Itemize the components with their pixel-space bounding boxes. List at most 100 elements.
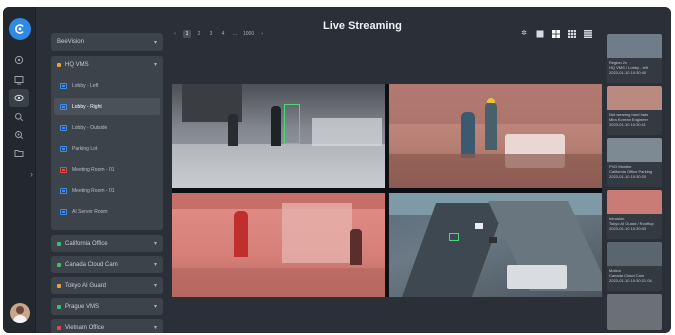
- chevron-down-icon: ▾: [153, 283, 157, 289]
- page-button[interactable]: 1000: [243, 30, 254, 38]
- site-group-hq[interactable]: HQ VMS ▾: [51, 56, 163, 73]
- ai-search-icon[interactable]: [9, 126, 29, 144]
- dashboard-icon[interactable]: [9, 51, 29, 69]
- status-dot-icon: [57, 283, 61, 288]
- site-group-vietnam[interactable]: Vietnam Office ▾: [51, 319, 163, 333]
- page-button[interactable]: 1: [183, 30, 191, 38]
- page-button[interactable]: 4: [219, 30, 227, 38]
- event-card[interactable]: Motion Canada Cloud Cam 2023-01-10 10:30:2…: [607, 242, 662, 291]
- layout-single-icon[interactable]: [536, 30, 544, 38]
- video-tile-office-intrusion[interactable]: [172, 193, 385, 297]
- monitor-icon[interactable]: [9, 71, 29, 89]
- camera-label: AI Server Room: [72, 208, 108, 215]
- chevron-down-icon: ▾: [153, 241, 157, 247]
- camera-label: Lobby - Outside: [72, 124, 108, 131]
- event-thumbnail: [607, 294, 662, 330]
- chevron-down-icon: ▾: [153, 325, 157, 331]
- event-feed: Region 2x HQ VMS / Lobby - left 2023-01-10…: [607, 34, 662, 333]
- status-dot-icon: [57, 62, 61, 67]
- camera-item[interactable]: Lobby - Outside: [54, 119, 160, 136]
- event-time: 2023-01-10 10:30:40: [609, 70, 647, 75]
- event-time: 2023-01-10 10:30:03: [609, 226, 647, 231]
- vms-app-window: › BeeVision ▾ HQ VMS ▾ Lobby - Left Lobb…: [3, 7, 671, 333]
- camera-item[interactable]: Meeting Room - 01: [54, 182, 160, 199]
- layout-4x4-icon[interactable]: [584, 30, 592, 38]
- chevron-down-icon: ▾: [153, 304, 157, 310]
- site-group-canada[interactable]: Canada Cloud Cam ▾: [51, 256, 163, 273]
- event-thumbnail: [607, 86, 662, 110]
- nav-rail: ›: [3, 7, 36, 333]
- camera-item[interactable]: Lobby - Right: [54, 98, 160, 115]
- video-tile-lobby[interactable]: [172, 84, 385, 188]
- event-thumbnail: [607, 138, 662, 162]
- camera-icon: [60, 145, 67, 152]
- settings-icon[interactable]: ✲: [520, 30, 528, 38]
- event-card[interactable]: Intrusion Tokyo AI Guard / Rooftop 2023-01…: [607, 190, 662, 239]
- page-button[interactable]: 3: [207, 30, 215, 38]
- search-icon[interactable]: [9, 108, 29, 126]
- status-dot-icon: [57, 325, 61, 330]
- camera-icon: [60, 187, 67, 194]
- next-page-button[interactable]: ›: [258, 30, 266, 38]
- org-selector-label: BeeVision: [57, 39, 84, 45]
- video-tile-construction[interactable]: [389, 84, 602, 188]
- layout-3x3-icon[interactable]: [568, 30, 576, 38]
- chevron-down-icon: ▾: [153, 39, 157, 46]
- camera-icon: [60, 208, 67, 215]
- camera-icon: [60, 124, 67, 131]
- camera-list: Lobby - Left Lobby - Right Lobby - Outsi…: [54, 77, 160, 224]
- event-time: 2023-01-10 10:30:21 04: [609, 278, 652, 283]
- event-time: 2023-01-10 10:30:11: [609, 122, 646, 127]
- camera-item[interactable]: Meeting Room - 01: [54, 161, 160, 178]
- user-avatar[interactable]: [10, 303, 30, 323]
- site-group-tokyo[interactable]: Tokyo AI Guard ▾: [51, 277, 163, 294]
- video-grid: [172, 84, 602, 297]
- event-thumbnail: [607, 34, 662, 58]
- device-tree-panel: BeeVision ▾ HQ VMS ▾ Lobby - Left Lobby …: [51, 33, 163, 333]
- chevron-down-icon: ▾: [153, 62, 157, 68]
- status-dot-icon: [57, 241, 61, 246]
- event-card[interactable]: Not wearing hard hats Mira Korean Enginee…: [607, 86, 662, 135]
- event-thumbnail: [607, 242, 662, 266]
- camera-icon: [60, 103, 67, 110]
- camera-item[interactable]: Parking Lot: [54, 140, 160, 157]
- status-dot-icon: [57, 262, 61, 267]
- page-title: Live Streaming: [323, 20, 402, 32]
- event-time: 2023-01-10 10:30:20: [609, 174, 647, 179]
- live-view-icon[interactable]: [9, 89, 29, 107]
- site-group-expanded: HQ VMS ▾ Lobby - Left Lobby - Right Lobb…: [51, 56, 163, 230]
- video-tile-traffic[interactable]: [389, 193, 602, 297]
- camera-item[interactable]: AI Server Room: [54, 203, 160, 220]
- page-ellipsis: ...: [232, 31, 238, 37]
- site-group-label: HQ VMS: [65, 61, 89, 68]
- chevron-down-icon: ▾: [153, 262, 157, 268]
- status-dot-icon: [57, 304, 61, 309]
- camera-item[interactable]: Lobby - Left: [54, 77, 160, 94]
- app-logo-icon[interactable]: [9, 18, 31, 40]
- event-card[interactable]: [607, 294, 662, 330]
- site-group-label: California Office: [65, 240, 108, 247]
- site-group-prague[interactable]: Prague VMS ▾: [51, 298, 163, 315]
- site-group-label: Prague VMS: [65, 303, 100, 310]
- layout-2x2-icon[interactable]: [552, 30, 560, 38]
- collapse-rail-icon[interactable]: ›: [30, 169, 38, 181]
- site-group-label: Vietnam Office: [65, 324, 105, 331]
- camera-label: Lobby - Right: [72, 103, 102, 110]
- page-button[interactable]: 2: [195, 30, 203, 38]
- site-group-label: Tokyo AI Guard: [65, 282, 107, 289]
- camera-label: Parking Lot: [72, 145, 98, 152]
- site-group-label: Canada Cloud Cam: [65, 261, 118, 268]
- prev-page-button[interactable]: ‹: [171, 30, 179, 38]
- event-card[interactable]: PVD Monitor California Office Parking 2023…: [607, 138, 662, 187]
- layout-switcher: ✲: [520, 30, 592, 38]
- event-card[interactable]: Region 2x HQ VMS / Lobby - left 2023-01-10…: [607, 34, 662, 83]
- camera-alert-icon: [60, 166, 67, 173]
- camera-label: Lobby - Left: [72, 82, 99, 89]
- pagination: ‹ 1 2 3 4 ... 1000 ›: [171, 30, 266, 38]
- org-selector[interactable]: BeeVision ▾: [51, 33, 163, 51]
- camera-icon: [60, 82, 67, 89]
- site-group-california[interactable]: California Office ▾: [51, 235, 163, 252]
- camera-label: Meeting Room - 01: [72, 166, 115, 173]
- folder-icon[interactable]: [9, 144, 29, 162]
- event-thumbnail: [607, 190, 662, 214]
